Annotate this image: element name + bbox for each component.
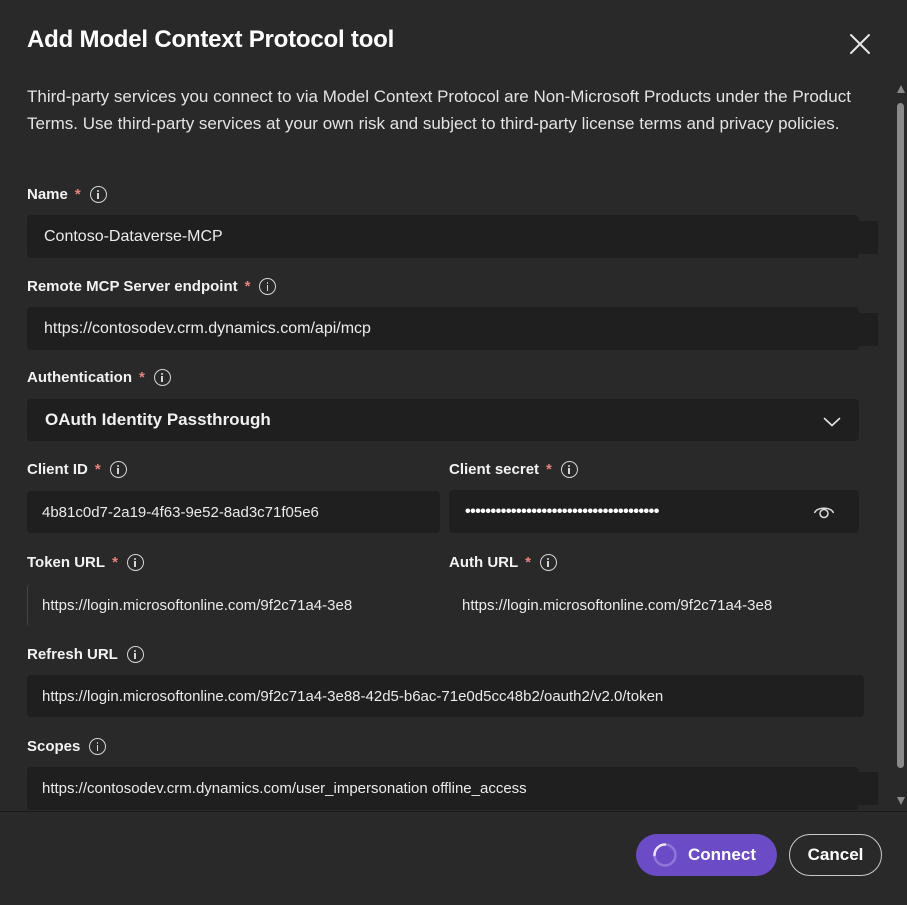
info-icon[interactable] (560, 461, 578, 478)
client-secret-label: Client secret * (449, 461, 578, 478)
spinner-icon (652, 842, 678, 868)
token-url-label: Token URL * (27, 554, 144, 571)
cancel-label: Cancel (807, 845, 864, 864)
required-marker: * (94, 461, 101, 478)
auth-url-value: https://login.microsoftonline.com/9f2c71… (462, 596, 773, 614)
chevron-down-icon (823, 413, 841, 433)
scroll-down-arrow-icon[interactable] (897, 797, 905, 805)
connect-label: Connect (688, 845, 756, 864)
endpoint-input[interactable]: https://contosodev.crm.dynamics.com/api/… (27, 307, 859, 350)
auth-url-label-text: Auth URL (449, 554, 519, 571)
required-marker: * (546, 461, 552, 478)
endpoint-label: Remote MCP Server endpoint * (27, 278, 277, 295)
field-overflow (858, 221, 878, 254)
name-label: Name * (27, 186, 107, 203)
client-id-label: Client ID * (27, 461, 127, 478)
token-url-input[interactable]: https://login.microsoftonline.com/9f2c71… (27, 584, 440, 626)
info-icon[interactable] (153, 369, 171, 386)
authentication-label-text: Authentication (27, 369, 132, 386)
scrollbar-thumb[interactable] (897, 103, 904, 768)
info-icon[interactable] (259, 278, 277, 295)
refresh-url-label-text: Refresh URL (27, 646, 118, 663)
info-icon[interactable] (540, 554, 557, 571)
dialog-body[interactable]: Third-party services you connect to via … (0, 78, 895, 810)
disclaimer-text: Third-party services you connect to via … (27, 87, 851, 133)
scopes-value: https://contosodev.crm.dynamics.com/user… (42, 780, 527, 797)
authentication-value: OAuth Identity Passthrough (45, 410, 271, 429)
token-url-value: https://login.microsoftonline.com/9f2c71… (42, 596, 353, 614)
endpoint-value: https://contosodev.crm.dynamics.com/api/… (44, 319, 371, 337)
info-icon[interactable] (109, 461, 127, 478)
info-icon[interactable] (89, 738, 107, 755)
client-secret-masked: •••••••••••••••••••••••••••••••••••••• (465, 502, 659, 520)
required-marker: * (525, 554, 531, 571)
info-icon[interactable] (89, 186, 107, 203)
dialog-title: Add Model Context Protocol tool (27, 26, 395, 53)
required-marker: * (112, 554, 118, 571)
connect-button[interactable]: Connect (636, 834, 777, 876)
client-id-value: 4b81c0d7-2a19-4f63-9e52-8ad3c71f05e6 (42, 503, 319, 521)
cancel-button[interactable]: Cancel (789, 834, 882, 876)
name-label-text: Name (27, 186, 68, 203)
dialog-footer: Connect Cancel (0, 811, 907, 905)
token-url-label-text: Token URL (27, 554, 106, 571)
client-secret-input[interactable]: •••••••••••••••••••••••••••••••••••••• (449, 490, 859, 533)
name-value: Contoso-Dataverse-MCP (44, 227, 223, 245)
close-icon[interactable] (846, 30, 874, 58)
scopes-label-text: Scopes (27, 738, 81, 755)
refresh-url-input[interactable]: https://login.microsoftonline.com/9f2c71… (27, 675, 864, 717)
client-secret-label-text: Client secret (449, 461, 540, 478)
eye-icon[interactable] (813, 503, 835, 524)
auth-url-input[interactable]: https://login.microsoftonline.com/9f2c71… (449, 584, 859, 626)
name-input[interactable]: Contoso-Dataverse-MCP (27, 215, 859, 258)
authentication-dropdown[interactable]: OAuth Identity Passthrough (27, 399, 859, 441)
field-overflow (858, 772, 878, 805)
required-marker: * (139, 369, 145, 386)
vertical-scrollbar[interactable] (895, 85, 907, 805)
auth-url-label: Auth URL * (449, 554, 557, 571)
client-id-label-text: Client ID (27, 461, 88, 478)
client-id-input[interactable]: 4b81c0d7-2a19-4f63-9e52-8ad3c71f05e6 (27, 491, 440, 533)
scopes-label: Scopes (27, 738, 107, 755)
required-marker: * (244, 278, 251, 295)
authentication-label: Authentication * (27, 369, 171, 386)
endpoint-label-text: Remote MCP Server endpoint (27, 278, 238, 295)
refresh-url-label: Refresh URL (27, 646, 144, 663)
scroll-up-arrow-icon[interactable] (897, 85, 905, 93)
mcp-tool-dialog: Add Model Context Protocol tool Third-pa… (0, 0, 907, 905)
info-icon[interactable] (126, 554, 144, 571)
info-icon[interactable] (126, 646, 144, 663)
refresh-url-value: https://login.microsoftonline.com/9f2c71… (42, 687, 664, 705)
scopes-input[interactable]: https://contosodev.crm.dynamics.com/user… (27, 767, 859, 810)
required-marker: * (74, 186, 81, 203)
field-overflow (858, 313, 878, 346)
